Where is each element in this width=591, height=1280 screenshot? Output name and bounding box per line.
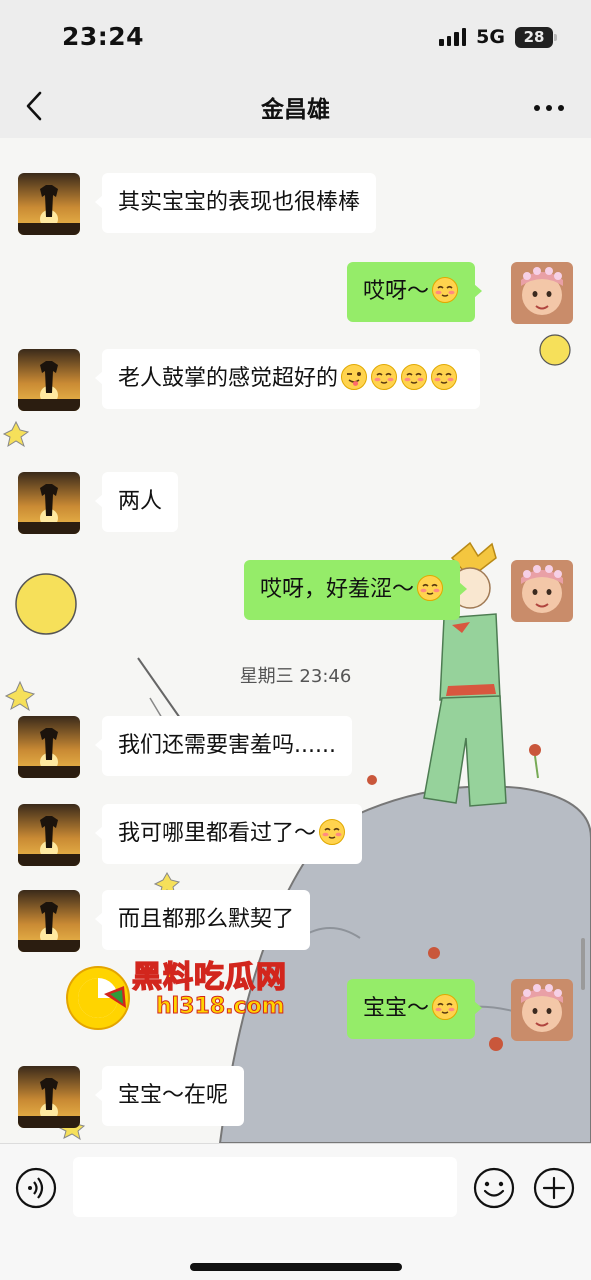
plus-circle-icon [533, 1167, 575, 1209]
chat-title: 金昌雄 [261, 97, 330, 123]
contact-avatar[interactable] [18, 890, 80, 952]
status-indicators: 5G 28 [439, 26, 557, 48]
contact-avatar[interactable] [18, 472, 80, 534]
contact-avatar[interactable] [18, 804, 80, 866]
message-bubble[interactable]: 其实宝宝的表现也很棒棒 [94, 173, 377, 233]
more-button[interactable] [529, 88, 569, 128]
shy-blush-emoji-icon [431, 276, 459, 304]
contact-avatar[interactable] [18, 349, 80, 411]
voice-icon [15, 1167, 57, 1209]
shy-blush-emoji-icon [431, 993, 459, 1021]
chat-area[interactable]: 其实宝宝的表现也很棒棒 哎呀～ 老人鼓掌的感觉超好的 两人 哎呀，好羞涩～ 星期… [0, 138, 591, 1143]
message-bubble[interactable]: 老人鼓掌的感觉超好的 [95, 349, 480, 409]
voice-button[interactable] [14, 1166, 58, 1210]
message-text: 我可哪里都看过了～ [118, 821, 317, 846]
my-avatar[interactable] [511, 979, 573, 1041]
shy-blush-emoji-icon [430, 363, 458, 391]
message-bubble[interactable]: 哎呀～ [347, 262, 483, 322]
emoji-button[interactable] [472, 1166, 516, 1210]
message-bubble[interactable]: 我们还需要害羞吗...... [95, 716, 352, 776]
more-dots-icon [534, 105, 564, 111]
message-text: 老人鼓掌的感觉超好的 [118, 366, 339, 391]
signal-icon [439, 28, 467, 46]
my-avatar[interactable] [511, 560, 573, 622]
network-label: 5G [476, 26, 505, 48]
timestamp: 星期三 23:46 [239, 666, 352, 687]
contact-avatar[interactable] [18, 1066, 80, 1128]
message-text: 宝宝～在呢 [118, 1083, 229, 1108]
message-text: 两人 [118, 489, 163, 514]
message-input[interactable] [73, 1157, 457, 1217]
my-avatar[interactable] [511, 262, 573, 324]
battery-icon: 28 [515, 26, 557, 48]
message-text: 而且都那么默契了 [118, 907, 295, 932]
shy-blush-emoji-icon [400, 363, 428, 391]
watermark-url: hl318.com [156, 994, 286, 1020]
chat-header: 金昌雄 [0, 76, 591, 138]
shy-blush-emoji-icon [370, 363, 398, 391]
message-text: 哎呀，好羞涩～ [260, 577, 415, 602]
message-bubble[interactable]: 两人 [94, 472, 179, 532]
wink-tongue-emoji-icon [340, 363, 368, 391]
scrollbar-thumb[interactable] [581, 938, 585, 990]
shy-blush-emoji-icon [416, 574, 444, 602]
message-bubble[interactable]: 宝宝～在呢 [94, 1066, 245, 1126]
home-indicator[interactable] [190, 1263, 402, 1271]
message-bubble[interactable]: 宝宝～ [347, 979, 483, 1039]
message-text: 哎呀～ [363, 279, 430, 304]
status-bar: 23:24 5G 28 [0, 0, 591, 76]
message-bubble[interactable]: 而且都那么默契了 [94, 890, 311, 950]
message-bubble[interactable]: 哎呀，好羞涩～ [244, 560, 468, 620]
message-text: 宝宝～ [363, 996, 430, 1021]
contact-avatar[interactable] [18, 716, 80, 778]
shy-blush-emoji-icon [318, 818, 346, 846]
plus-button[interactable] [532, 1166, 576, 1210]
message-text: 我们还需要害羞吗...... [118, 733, 336, 758]
watermark: 黑料吃瓜网 hl318.com [64, 948, 324, 1040]
watermark-logo-icon [66, 966, 130, 1030]
status-time: 23:24 [62, 22, 145, 51]
smiley-icon [473, 1167, 515, 1209]
contact-avatar[interactable] [18, 173, 80, 235]
message-bubble[interactable]: 我可哪里都看过了～ [94, 804, 363, 864]
message-text: 其实宝宝的表现也很棒棒 [118, 190, 361, 215]
watermark-title: 黑料吃瓜网 [131, 959, 287, 996]
input-bar [0, 1143, 591, 1280]
